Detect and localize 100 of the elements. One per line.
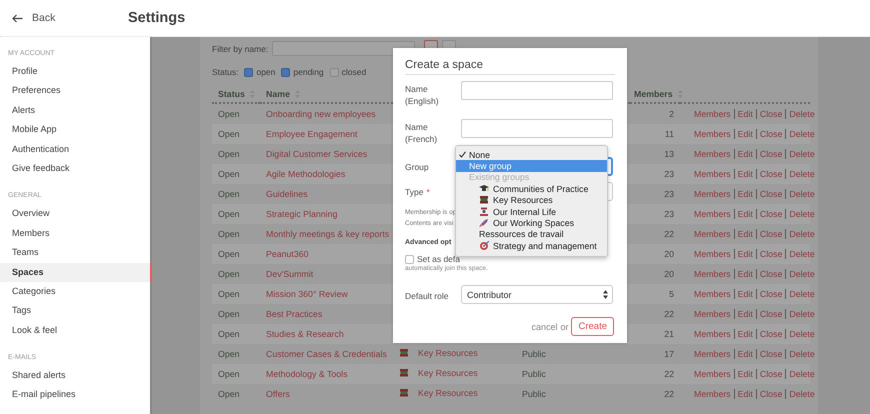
- action-link[interactable]: Close: [756, 329, 786, 339]
- action-link[interactable]: Edit: [734, 309, 756, 319]
- create-button[interactable]: Create: [571, 317, 614, 336]
- cancel-link[interactable]: cancel: [531, 322, 558, 332]
- action-link[interactable]: Close: [756, 189, 786, 199]
- menu-option[interactable]: Key Resources: [456, 194, 607, 206]
- menu-option[interactable]: Our Working Spaces: [456, 217, 607, 229]
- action-link[interactable]: Close: [756, 389, 786, 399]
- action-link[interactable]: Edit: [734, 349, 756, 359]
- action-link[interactable]: Delete: [785, 129, 818, 139]
- space-link[interactable]: Customer Cases & Credentials: [266, 349, 387, 359]
- back-button[interactable]: Back: [0, 11, 128, 25]
- action-link[interactable]: Edit: [734, 329, 756, 339]
- action-link[interactable]: Delete: [785, 309, 818, 319]
- action-link[interactable]: Members: [694, 189, 734, 199]
- sidebar-item[interactable]: Profile: [0, 62, 150, 82]
- sidebar-item[interactable]: Overview: [0, 204, 150, 224]
- action-link[interactable]: Edit: [734, 249, 756, 259]
- menu-option[interactable]: None: [456, 149, 607, 160]
- action-link[interactable]: Delete: [785, 149, 818, 159]
- menu-option[interactable]: New group: [456, 160, 607, 172]
- action-link[interactable]: Close: [756, 249, 786, 259]
- space-link[interactable]: Peanut360: [266, 249, 309, 259]
- action-link[interactable]: Edit: [734, 109, 756, 119]
- action-link[interactable]: Delete: [785, 109, 818, 119]
- action-link[interactable]: Edit: [734, 129, 756, 139]
- sidebar-item[interactable]: Authentication: [0, 140, 150, 159]
- action-link[interactable]: Members: [694, 329, 734, 339]
- menu-option[interactable]: Strategy and management: [456, 240, 607, 252]
- action-link[interactable]: Close: [756, 309, 786, 319]
- sidebar-item[interactable]: Spaces: [0, 262, 150, 282]
- space-link[interactable]: Dev'Summit: [266, 269, 314, 279]
- action-link[interactable]: Edit: [734, 269, 756, 279]
- action-link[interactable]: Close: [756, 289, 786, 299]
- sidebar-item[interactable]: E-mail pipelines: [0, 385, 150, 405]
- action-link[interactable]: Close: [756, 169, 786, 179]
- status-checkbox[interactable]: [281, 68, 290, 76]
- sidebar-item[interactable]: Mobile App: [0, 120, 150, 140]
- action-link[interactable]: Members: [694, 129, 734, 139]
- space-link[interactable]: Monthly meetings & key reports: [266, 229, 390, 239]
- action-link[interactable]: Edit: [734, 369, 756, 379]
- action-link[interactable]: Members: [694, 309, 734, 319]
- column-header[interactable]: Members: [634, 88, 673, 98]
- action-link[interactable]: Edit: [734, 229, 756, 239]
- sidebar-item[interactable]: Tags: [0, 301, 150, 321]
- action-link[interactable]: Close: [756, 369, 786, 379]
- action-link[interactable]: Close: [756, 149, 786, 159]
- action-link[interactable]: Edit: [734, 149, 756, 159]
- space-link[interactable]: Digital Customer Services: [266, 149, 368, 159]
- action-link[interactable]: Edit: [734, 189, 756, 199]
- text-field[interactable]: [461, 119, 613, 138]
- action-link[interactable]: Members: [694, 289, 734, 299]
- action-link[interactable]: Delete: [785, 249, 818, 259]
- action-link[interactable]: Delete: [785, 209, 818, 219]
- sidebar-item[interactable]: Preferences: [0, 81, 150, 101]
- default-space-checkbox[interactable]: [405, 254, 414, 264]
- sidebar-item[interactable]: Teams: [0, 243, 150, 263]
- action-link[interactable]: Close: [756, 229, 786, 239]
- group-link[interactable]: Key Resources: [418, 348, 478, 358]
- menu-option[interactable]: Ressources de travail: [456, 228, 607, 240]
- action-link[interactable]: Delete: [785, 389, 818, 399]
- action-link[interactable]: Members: [694, 349, 734, 359]
- space-link[interactable]: Guidelines: [266, 189, 308, 199]
- sidebar-item[interactable]: Alerts: [0, 100, 150, 120]
- action-link[interactable]: Close: [756, 349, 786, 359]
- menu-option[interactable]: Communities of Practice: [456, 183, 607, 195]
- action-link[interactable]: Edit: [734, 209, 756, 219]
- action-link[interactable]: Delete: [785, 369, 818, 379]
- action-link[interactable]: Members: [694, 269, 734, 279]
- menu-option[interactable]: Our Internal Life: [456, 206, 607, 218]
- space-link[interactable]: Onboarding new employees: [266, 109, 376, 119]
- role-select[interactable]: Contributor: [461, 285, 613, 304]
- sidebar-item[interactable]: Give feedback: [0, 158, 150, 178]
- space-link[interactable]: Offers: [266, 389, 290, 399]
- action-link[interactable]: Delete: [785, 349, 818, 359]
- action-link[interactable]: Members: [694, 169, 734, 179]
- action-link[interactable]: Close: [756, 209, 786, 219]
- sidebar-item[interactable]: Shared alerts: [0, 366, 150, 386]
- status-checkbox[interactable]: [330, 68, 339, 76]
- sidebar-item[interactable]: Look & feel: [0, 320, 150, 340]
- action-link[interactable]: Delete: [785, 269, 818, 279]
- action-link[interactable]: Delete: [785, 169, 818, 179]
- action-link[interactable]: Members: [694, 109, 734, 119]
- action-link[interactable]: Members: [694, 249, 734, 259]
- sidebar-item[interactable]: Members: [0, 224, 150, 244]
- filter-field[interactable]: [272, 41, 416, 56]
- status-checkbox[interactable]: [244, 68, 254, 76]
- space-link[interactable]: Best Practices: [266, 309, 322, 319]
- sidebar-item[interactable]: Categories: [0, 282, 150, 302]
- action-link[interactable]: Delete: [785, 229, 818, 239]
- action-link[interactable]: Close: [756, 109, 786, 119]
- column-header[interactable]: Status: [218, 88, 245, 98]
- action-link[interactable]: Members: [694, 389, 734, 399]
- action-link[interactable]: Delete: [785, 189, 818, 199]
- column-header[interactable]: Name: [266, 88, 290, 98]
- group-link[interactable]: Key Resources: [418, 388, 478, 398]
- action-link[interactable]: Edit: [734, 169, 756, 179]
- action-link[interactable]: Delete: [785, 329, 818, 339]
- action-link[interactable]: Members: [694, 229, 734, 239]
- action-link[interactable]: Close: [756, 269, 786, 279]
